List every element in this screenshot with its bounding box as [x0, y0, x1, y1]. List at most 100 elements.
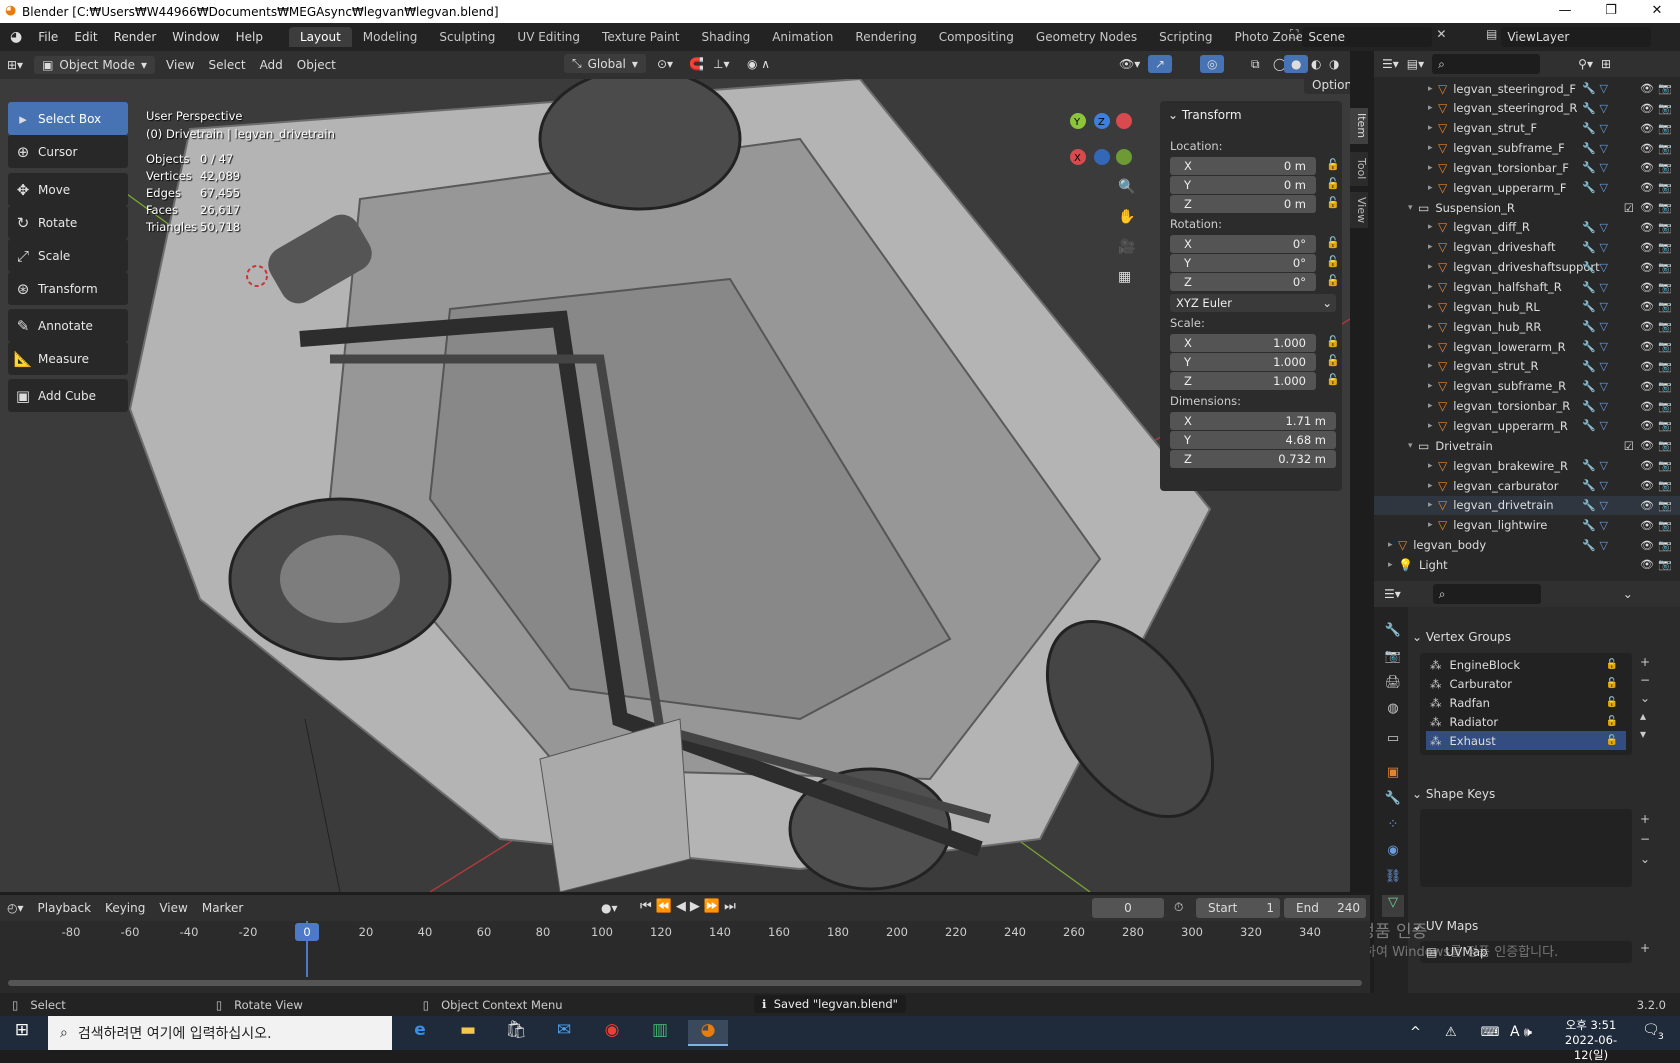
new-collection-icon[interactable]: ⊞: [1601, 57, 1611, 71]
outliner-row[interactable]: ▸ ▽ legvan_steeringrod_F 🔧 ▽ 👁 📷: [1374, 79, 1680, 98]
outliner-row[interactable]: ▸ ▽ legvan_drivetrain 🔧 ▽ 👁 📷: [1374, 495, 1680, 515]
render-camera-icon[interactable]: 📷: [1658, 201, 1672, 214]
outliner-row[interactable]: ▾ ▭ Suspension_R ☑ 👁 📷: [1374, 198, 1680, 217]
shape-keys-header[interactable]: ⌄ Shape Keys: [1412, 787, 1674, 801]
expand-arrow-icon[interactable]: ▸: [1428, 481, 1438, 491]
xray-icon[interactable]: ⧉: [1244, 55, 1267, 74]
expand-arrow-icon[interactable]: ▸: [1428, 500, 1438, 510]
tool-annotate[interactable]: ✎ Annotate: [8, 309, 128, 342]
render-camera-icon[interactable]: 📷: [1658, 340, 1672, 353]
lock-icon[interactable]: 🔓: [1326, 177, 1340, 190]
modifier-icon[interactable]: 🔧 ▽: [1582, 320, 1608, 333]
visibility-eye-icon[interactable]: 👁: [1640, 241, 1654, 254]
tab-item[interactable]: Item: [1350, 108, 1368, 144]
maps-app-icon[interactable]: ▥: [640, 1020, 680, 1046]
modifier-icon[interactable]: 🔧 ▽: [1582, 459, 1608, 472]
record-icon[interactable]: ●▾: [594, 899, 625, 917]
tool-transform[interactable]: ⊛ Transform: [8, 272, 128, 305]
expand-arrow-icon[interactable]: ▸: [1428, 163, 1438, 173]
outliner-row[interactable]: ▸ ▽ legvan_subframe_R 🔧 ▽ 👁 📷: [1374, 377, 1680, 396]
visibility-eye-icon[interactable]: 👁: [1640, 479, 1654, 492]
menu-select[interactable]: Select: [202, 56, 253, 74]
render-camera-icon[interactable]: 📷: [1658, 320, 1672, 333]
outliner-row[interactable]: ▸ ▽ legvan_carburator 🔧 ▽ 👁 📷: [1374, 476, 1680, 495]
move-up-icon[interactable]: ▴: [1640, 707, 1650, 725]
menu-window[interactable]: Window: [164, 30, 227, 44]
blender-menu-icon[interactable]: ◕: [10, 29, 22, 45]
location-x-field[interactable]: X0 m 🔓: [1170, 157, 1340, 175]
jump-start-icon[interactable]: ⏮: [640, 899, 656, 914]
menu-playback[interactable]: Playback: [31, 899, 99, 917]
tab-compositing[interactable]: Compositing: [928, 27, 1025, 47]
visibility-eye-icon[interactable]: 👁: [1640, 161, 1654, 174]
tool-select-box[interactable]: ▸ Select Box: [8, 102, 128, 135]
expand-arrow-icon[interactable]: ▸: [1428, 84, 1438, 94]
tab-scripting[interactable]: Scripting: [1148, 27, 1223, 47]
expand-arrow-icon[interactable]: ▾: [1408, 441, 1418, 451]
render-camera-icon[interactable]: 📷: [1658, 479, 1672, 492]
render-camera-icon[interactable]: 📷: [1658, 82, 1672, 95]
prev-key-icon[interactable]: ⏪: [656, 899, 676, 914]
editor-type-icon[interactable]: ☰▾: [1384, 587, 1401, 601]
modifier-icon[interactable]: 🔧 ▽: [1582, 82, 1608, 95]
tab-tool[interactable]: Tool: [1350, 152, 1368, 186]
close-icon[interactable]: ✕: [1634, 0, 1680, 23]
play-icon[interactable]: ▶: [690, 899, 704, 914]
collection-props-icon[interactable]: ▭: [1382, 731, 1404, 753]
snap-target-icon[interactable]: ⊥▾: [706, 55, 736, 73]
scene-field[interactable]: Scene: [1302, 27, 1433, 47]
tool-measure[interactable]: 📐 Measure: [8, 342, 128, 375]
render-camera-icon[interactable]: 📷: [1658, 439, 1672, 452]
add-icon[interactable]: +: [1640, 653, 1650, 671]
expand-arrow-icon[interactable]: ▸: [1388, 560, 1398, 570]
dimension-x-field[interactable]: X 1.71 m: [1170, 412, 1336, 430]
expand-arrow-icon[interactable]: ▸: [1428, 302, 1438, 312]
menu-object[interactable]: Object: [290, 56, 343, 74]
visibility-eye-icon[interactable]: 👁: [1640, 201, 1654, 214]
overlay-toggle-icon[interactable]: ◎: [1200, 55, 1225, 73]
location-y-field[interactable]: Y0 m 🔓: [1170, 176, 1340, 194]
pan-hand-icon[interactable]: ✋: [1118, 209, 1135, 225]
modifier-icon[interactable]: 🔧 ▽: [1582, 400, 1608, 413]
lock-icon[interactable]: 🔓: [1326, 158, 1340, 171]
expand-arrow-icon[interactable]: ▸: [1428, 242, 1438, 252]
render-camera-icon[interactable]: 📷: [1658, 419, 1672, 432]
render-camera-icon[interactable]: 📷: [1658, 519, 1672, 532]
outliner-row[interactable]: ▸ ▽ legvan_torsionbar_F 🔧 ▽ 👁 📷: [1374, 158, 1680, 177]
timeline-scrollbar[interactable]: [8, 980, 1362, 986]
render-props-icon[interactable]: 📷: [1382, 649, 1404, 671]
file-explorer-icon[interactable]: ▬: [448, 1020, 488, 1046]
rotation-z-field[interactable]: Z 0° 🔓: [1170, 273, 1340, 291]
render-camera-icon[interactable]: 📷: [1658, 459, 1672, 472]
physics-props-icon[interactable]: ◉: [1382, 843, 1404, 865]
transform-header[interactable]: ⌄ Transform: [1168, 108, 1242, 122]
expand-arrow-icon[interactable]: ▸: [1428, 401, 1438, 411]
location-z-field[interactable]: Z0 m 🔓: [1170, 195, 1340, 213]
expand-arrow-icon[interactable]: ▸: [1428, 461, 1438, 471]
vertex-group-item[interactable]: ⁂ Carburator 🔓: [1426, 674, 1626, 693]
vertex-groups-header[interactable]: ⌄ Vertex Groups: [1412, 630, 1674, 644]
modifier-icon[interactable]: 🔧 ▽: [1582, 419, 1608, 432]
expand-arrow-icon[interactable]: ▸: [1428, 361, 1438, 371]
rendered-shading-icon[interactable]: ◑: [1322, 55, 1346, 73]
modifier-icon[interactable]: 🔧 ▽: [1582, 261, 1608, 274]
shape-keys-list[interactable]: [1420, 809, 1632, 887]
render-camera-icon[interactable]: 📷: [1658, 161, 1672, 174]
outliner-row[interactable]: ▸ 💡 Light 👁 📷: [1374, 555, 1680, 574]
render-camera-icon[interactable]: 📷: [1658, 261, 1672, 274]
play-reverse-icon[interactable]: ◀: [676, 899, 690, 914]
constraints-props-icon[interactable]: ⛓: [1382, 869, 1404, 891]
scale-y-field[interactable]: Y 1.000 🔓: [1170, 353, 1340, 371]
maximize-icon[interactable]: ❐: [1588, 0, 1634, 23]
tab-geometry-nodes[interactable]: Geometry Nodes: [1025, 27, 1148, 47]
tab-texture-paint[interactable]: Texture Paint: [591, 27, 690, 47]
outliner-row[interactable]: ▸ ▽ legvan_hub_RR 🔧 ▽ 👁 📷: [1374, 317, 1680, 336]
exclude-checkbox[interactable]: ☑: [1624, 439, 1634, 453]
vertex-group-item[interactable]: ⁂ Radiator 🔓: [1426, 712, 1626, 731]
minimize-icon[interactable]: —: [1542, 0, 1588, 23]
data-props-icon[interactable]: ▽: [1382, 895, 1404, 917]
chevron-down-icon[interactable]: ⌄: [1640, 849, 1650, 869]
modifier-icon[interactable]: 🔧 ▽: [1582, 479, 1608, 492]
particles-props-icon[interactable]: ⁘: [1382, 817, 1404, 839]
outliner-row[interactable]: ▸ ▽ legvan_strut_R 🔧 ▽ 👁 📷: [1374, 357, 1680, 376]
